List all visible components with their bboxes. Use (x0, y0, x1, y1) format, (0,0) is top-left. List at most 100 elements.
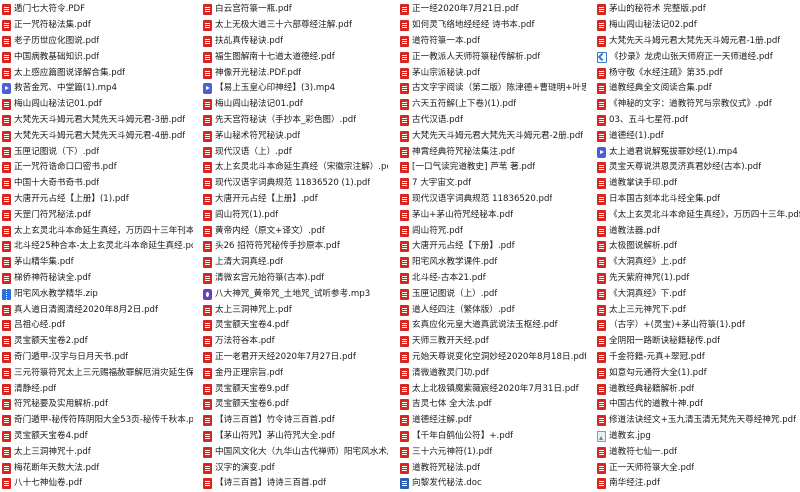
file-item[interactable]: 清微玄宫元始符箓(古本).pdf (201, 271, 388, 287)
file-item[interactable]: 先天宫符秘诀（手抄本_彩色图）.pdf (201, 113, 388, 129)
file-item[interactable]: 道德经注解.pdf (398, 413, 586, 429)
file-item[interactable]: 北斗经25种合本-太上玄灵北斗本命延生真经.pdf (0, 239, 193, 255)
file-item[interactable]: 全阴阳一路断诀秘籍秘传.pdf (595, 334, 800, 350)
file-item[interactable]: 万法符谷本.pdf (201, 334, 388, 350)
file-item[interactable]: 【茅山符咒】茅山符咒大全.pdf (201, 429, 388, 445)
file-item[interactable]: 福生图解南十七道太道德经.pdf (201, 49, 388, 65)
file-item[interactable]: 道德经(1).pdf (595, 128, 800, 144)
file-item[interactable]: 符咒秘要及实用解析.pdf (0, 397, 193, 413)
file-item[interactable]: 三十六元神符(1).pdf (398, 444, 586, 460)
file-item[interactable]: 道人经四注（繁体版）.pdf (398, 302, 586, 318)
file-item[interactable]: 奇门遁甲-秘传符阵阴阳大全53页-秘传千秋本.pdf (0, 413, 193, 429)
file-item[interactable]: 《大洞真经》下.pdf (595, 286, 800, 302)
file-item[interactable]: 如意勾元通符大全(1).pdf (595, 365, 800, 381)
file-item[interactable]: 上清大洞真经.pdf (201, 255, 388, 271)
file-item[interactable]: 神霄经典符咒秘法集注.pdf (398, 144, 586, 160)
file-item[interactable]: 灵宝额天宝卷4.pdf (201, 318, 388, 334)
file-item[interactable]: 现代汉语（上）.pdf (201, 144, 388, 160)
file-item[interactable]: 清静经.pdf (0, 381, 193, 397)
file-item[interactable]: 【千年白鹤仙公符】+.pdf (398, 429, 586, 445)
file-item[interactable]: 7 大宇宙文.pdf (398, 176, 586, 192)
file-item[interactable]: 太上北极镇魔紫薇宸经2020年7月31日.pdf (398, 381, 586, 397)
file-item[interactable]: 灵宝额天宝卷2.pdf (0, 334, 193, 350)
file-item[interactable]: 中国古代的道教十神.pdf (595, 397, 800, 413)
file-item[interactable]: 道教法器.pdf (595, 223, 800, 239)
file-item[interactable]: 奇门遁甲-汉字与日月天书.pdf (0, 350, 193, 366)
file-item[interactable]: 梯侨神符秘诀全.pdf (0, 271, 193, 287)
file-item[interactable]: 正一经2020年7月21日.pdf (398, 2, 586, 18)
file-item[interactable]: 中国病教基础知识.pdf (0, 49, 193, 65)
file-item[interactable]: 真人道日清阁清经2020年8月2日.pdf (0, 302, 193, 318)
file-item[interactable]: 大唐开元占经【下册】.pdf (398, 239, 586, 255)
file-item[interactable]: 道教玄.jpg (595, 429, 800, 445)
file-item[interactable]: 遁门七大符令.PDF (0, 2, 193, 18)
file-item[interactable]: 千金符籍-元真+翠冠.pdf (595, 350, 800, 366)
file-item[interactable]: 金丹正理宗旨.pdf (201, 365, 388, 381)
file-item[interactable]: 正一咒符诰命口口密书.pdf (0, 160, 193, 176)
file-item[interactable]: 道教符咒秘法.pdf (398, 460, 586, 476)
file-item[interactable]: 六天五符解(上下卷)(1).pdf (398, 97, 586, 113)
file-item[interactable]: 茅山精华集.pdf (0, 255, 193, 271)
file-item[interactable]: 玄真应化元皇大道真武说法玉枢经.pdf (398, 318, 586, 334)
file-item[interactable]: 老子历世应化图说.pdf (0, 34, 193, 50)
file-item[interactable]: 八十七神仙卷.pdf (0, 476, 193, 492)
file-item[interactable]: 大梵先天斗姆元君大梵先天斗姆元君-1册.pdf (595, 34, 800, 50)
file-item[interactable]: 现代汉语字词典规范 11836520.pdf (398, 192, 586, 208)
file-item[interactable]: 大梵先天斗姆元君大梵先天斗姆元君-4册.pdf (0, 128, 193, 144)
file-item[interactable]: 太上三洞神咒上.pdf (201, 302, 388, 318)
file-item[interactable]: 中国风文化大（九华山古代禅师）阳宅风水术原名(秘).pdf (201, 444, 388, 460)
file-item[interactable]: 灵宝额天宝卷6.pdf (201, 397, 388, 413)
file-item[interactable]: 梅山闾山秘法记02.pdf (595, 18, 800, 34)
file-item[interactable]: 《抄录》龙虎山张天师府正一天师道经.pdf (595, 49, 800, 65)
file-item[interactable]: 《大洞真经》上.pdf (595, 255, 800, 271)
file-item[interactable]: 太上玄灵北斗本命延生真经（宋徽宗注解）.pdf (201, 160, 388, 176)
file-item[interactable]: 【易上玉皇心印神经】(3).mp4 (201, 81, 388, 97)
file-item[interactable]: 太上三元神咒下.pdf (595, 302, 800, 318)
file-item[interactable]: 吕祖心经.pdf (0, 318, 193, 334)
file-item[interactable]: 清微道教灵门功.pdf (398, 365, 586, 381)
file-item[interactable]: 《神秘的文字：道教符咒与宗教仪式》.pdf (595, 97, 800, 113)
file-item[interactable]: 天师三教开天经.pdf (398, 334, 586, 350)
file-item[interactable]: 扶乩真传秘诀.pdf (201, 34, 388, 50)
file-item[interactable]: 正一天师符箓大全.pdf (595, 460, 800, 476)
file-item[interactable]: 03、五斗七星符.pdf (595, 113, 800, 129)
file-item[interactable]: 吉灵七体 全大法.pdf (398, 397, 586, 413)
file-item[interactable]: 【诗三百首】竹令诗三百首.pdf (201, 413, 388, 429)
file-item[interactable]: 神像开光秘法.PDF.pdf (201, 65, 388, 81)
file-item[interactable]: 太上三洞神咒十.pdf (0, 444, 193, 460)
file-item[interactable]: 梅山闾山秘法记01.pdf (0, 97, 193, 113)
file-item[interactable]: 太上感应篇图说译解合集.pdf (0, 65, 193, 81)
file-item[interactable]: 阳宅风水教学精华.zip (0, 286, 193, 302)
file-item[interactable]: （古字）+(灵宝)+茅山符箓(1).pdf (595, 318, 800, 334)
file-item[interactable]: 太极图说解析.pdf (595, 239, 800, 255)
file-item[interactable]: 现代汉语字词典规范 11836520 (1).pdf (201, 176, 388, 192)
file-item[interactable]: 玉匣记图说（下）.pdf (0, 144, 193, 160)
file-item[interactable]: 梅山闾山秘法记01.pdf (201, 97, 388, 113)
file-item[interactable]: 太上无极大道三十六部尊经注解.pdf (201, 18, 388, 34)
file-item[interactable]: 闾山符咒(1).pdf (201, 207, 388, 223)
file-item[interactable]: 八大神咒_黄帝咒_土地咒_试听参考.mp3 (201, 286, 388, 302)
file-item[interactable]: 中国十大奇书奇书.pdf (0, 176, 193, 192)
file-item[interactable]: 三元符箓符咒太上三元赐福赦罪解厄消灾延生保命妙经.pdf (0, 365, 193, 381)
file-item[interactable]: 正一教派人天师符箓秘传解析.pdf (398, 49, 586, 65)
file-item[interactable]: 救苦金咒、中堂篇(1).mp4 (0, 81, 193, 97)
file-item[interactable]: 正一老君开天经2020年7月27日.pdf (201, 350, 388, 366)
file-item[interactable]: 大梵先天斗姆元君大梵先天斗姆元君-2册.pdf (398, 128, 586, 144)
file-item[interactable]: 天罡门符咒秘法.pdf (0, 207, 193, 223)
file-item[interactable]: 玉匣记图说（上）.pdf (398, 286, 586, 302)
file-item[interactable]: 白云宫符箓一瓶.pdf (201, 2, 388, 18)
file-item[interactable]: 北斗经-古本21.pdf (398, 271, 586, 287)
file-item[interactable]: 梅花断年天数大法.pdf (0, 460, 193, 476)
file-item[interactable]: 茅山宗派秘诀.pdf (398, 65, 586, 81)
file-item[interactable]: 古文字字阅读（第二版）陈津德+曹琏明+叶思.pdf (398, 81, 586, 97)
file-item[interactable]: 汉字的演变.pdf (201, 460, 388, 476)
file-item[interactable]: 大唐开元占经【上册】.pdf (201, 192, 388, 208)
file-item[interactable]: 《太上玄灵北斗本命延生真经》，万历四十三年.pdf (595, 207, 800, 223)
file-item[interactable]: 道符符箓一本.pdf (398, 34, 586, 50)
file-item[interactable]: 茅山的秘符术 完整版.pdf (595, 2, 800, 18)
file-item[interactable]: 如何灵飞络地经经经 诗书本.pdf (398, 18, 586, 34)
file-item[interactable]: 元始天尊说变化空洞妙经2020年8月18日.pdf (398, 350, 586, 366)
file-item[interactable]: 正一咒符秘法集.pdf (0, 18, 193, 34)
file-item[interactable]: 茅山+茅山符咒经秘本.pdf (398, 207, 586, 223)
file-item[interactable]: 阳宅风水教学课件.pdf (398, 255, 586, 271)
